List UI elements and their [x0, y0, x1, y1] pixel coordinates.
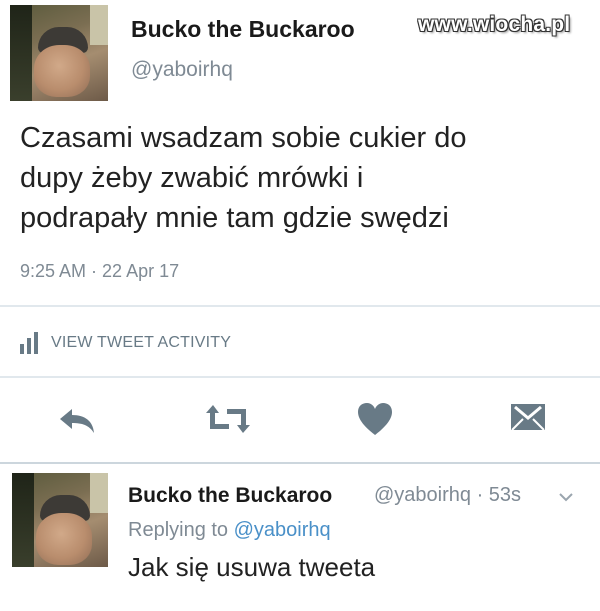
divider: [0, 376, 600, 378]
divider: [0, 462, 600, 464]
activity-bars-icon: [20, 332, 38, 354]
watermark: www.wiocha.pl: [418, 13, 571, 36]
tweet-text-line: podrapały mnie tam gdzie swędzi: [20, 202, 449, 234]
reply-author-name[interactable]: Bucko the Buckaroo: [128, 484, 332, 508]
tweet-text-line: dupy żeby zwabić mrówki i: [20, 162, 364, 194]
tweet-menu-button[interactable]: [558, 490, 574, 508]
tweet-text: Czasami wsadzam sobie cukier do dupy żeb…: [20, 118, 590, 238]
reply-button[interactable]: [58, 405, 98, 440]
author-handle[interactable]: @yaboirhq: [131, 58, 233, 82]
reply-author-handle-time[interactable]: @yaboirhq · 53s: [374, 484, 521, 507]
replying-to-prefix: Replying to: [128, 519, 229, 541]
divider: [0, 305, 600, 307]
direct-message-icon: [511, 404, 545, 431]
author-name[interactable]: Bucko the Buckaroo: [131, 16, 355, 43]
replying-to: Replying to @yaboirhq: [128, 519, 331, 542]
reply-icon: [60, 409, 94, 433]
view-tweet-activity-button[interactable]: VIEW TWEET ACTIVITY: [20, 332, 231, 354]
tweet-actions: [0, 395, 600, 445]
like-icon: [358, 403, 392, 435]
tweet-timestamp[interactable]: 9:25 AM · 22 Apr 17: [20, 261, 179, 282]
view-tweet-activity-label: VIEW TWEET ACTIVITY: [51, 334, 232, 351]
retweet-button[interactable]: [205, 401, 251, 442]
reply-tweet-text: Jak się usuwa tweeta: [128, 552, 376, 582]
direct-message-button[interactable]: [509, 400, 547, 439]
avatar[interactable]: [10, 5, 108, 101]
reply-avatar[interactable]: [12, 473, 108, 567]
like-button[interactable]: [356, 401, 394, 442]
replying-to-handle-link[interactable]: @yaboirhq: [234, 519, 331, 541]
tweet-text-line: Czasami wsadzam sobie cukier do: [20, 122, 467, 154]
chevron-down-icon: [559, 493, 573, 502]
retweet-icon: [206, 405, 250, 433]
